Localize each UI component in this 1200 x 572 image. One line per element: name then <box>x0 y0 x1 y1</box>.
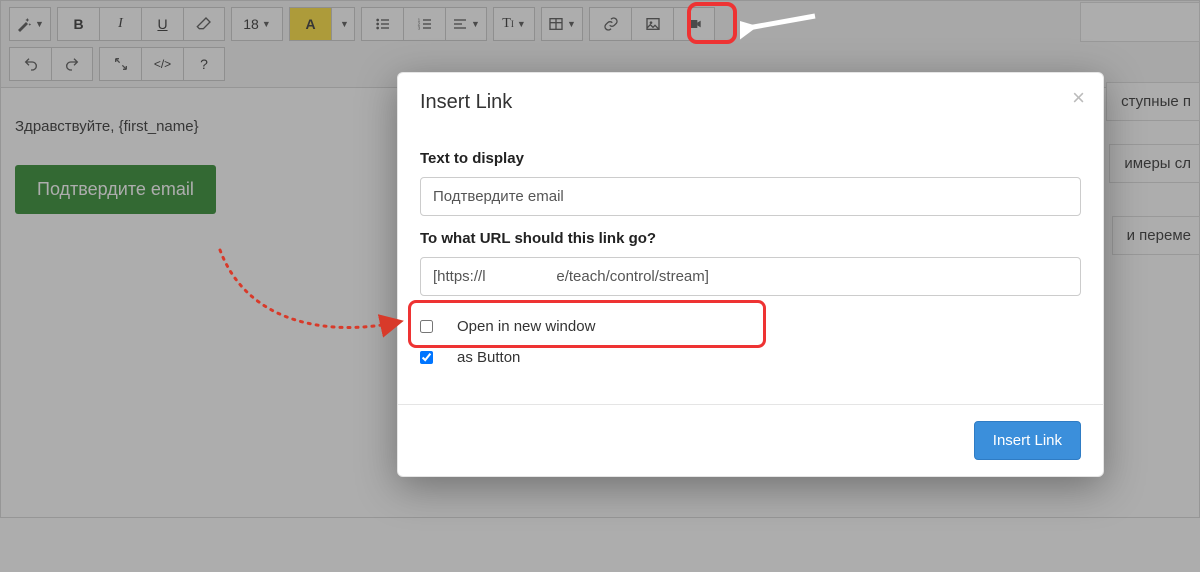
insert-link-modal: Insert Link × Text to display To what UR… <box>397 72 1104 477</box>
modal-header: Insert Link × <box>398 73 1103 130</box>
url-label: To what URL should this link go? <box>420 230 1081 247</box>
insert-link-submit-button[interactable]: Insert Link <box>974 421 1081 460</box>
url-input[interactable] <box>420 257 1081 296</box>
text-to-display-input[interactable] <box>420 177 1081 216</box>
as-button-checkbox[interactable] <box>420 351 433 364</box>
open-new-window-label: Open in new window <box>457 318 595 335</box>
open-new-window-checkbox[interactable] <box>420 320 433 333</box>
as-button-label: as Button <box>457 349 520 366</box>
modal-title: Insert Link <box>420 91 1081 114</box>
modal-close-button[interactable]: × <box>1072 87 1085 109</box>
text-to-display-label: Text to display <box>420 150 1081 167</box>
